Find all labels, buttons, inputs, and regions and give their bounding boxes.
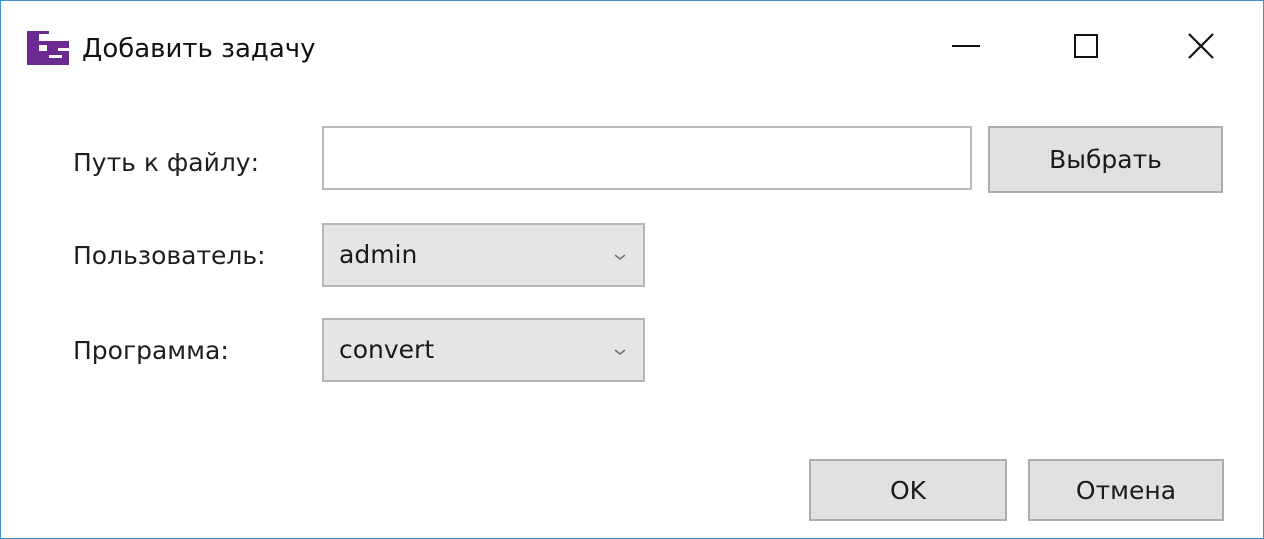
user-select[interactable]: admin	[322, 223, 645, 287]
maximize-icon	[1074, 34, 1098, 58]
dialog-window: Добавить задачу Путь к файлу: Выбрать По…	[0, 0, 1264, 539]
close-button[interactable]	[1156, 1, 1246, 91]
chevron-down-icon	[613, 247, 627, 260]
window-title: Добавить задачу	[82, 34, 316, 64]
maximize-button[interactable]	[1041, 1, 1131, 91]
fs-app-icon	[27, 31, 73, 65]
close-icon	[1188, 33, 1214, 59]
file-path-input[interactable]	[322, 126, 972, 190]
ok-button[interactable]: OK	[809, 459, 1007, 521]
cancel-button[interactable]: Отмена	[1028, 459, 1224, 521]
program-select[interactable]: convert	[322, 318, 645, 382]
title-bar[interactable]: Добавить задачу	[1, 1, 1263, 91]
minimize-icon	[952, 44, 980, 48]
program-label: Программа:	[73, 336, 229, 365]
browse-button[interactable]: Выбрать	[988, 126, 1223, 193]
user-label: Пользователь:	[73, 241, 266, 270]
file-path-label: Путь к файлу:	[73, 148, 260, 177]
program-select-value: convert	[339, 335, 435, 364]
minimize-button[interactable]	[921, 1, 1011, 91]
chevron-down-icon	[613, 342, 627, 355]
user-select-value: admin	[339, 240, 418, 269]
